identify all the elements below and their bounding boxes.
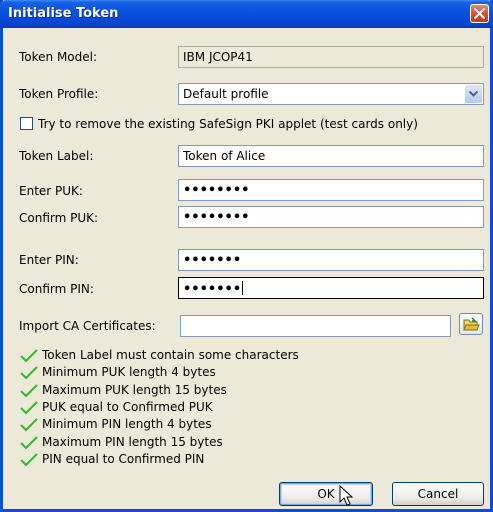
token-label-input[interactable]: Token of Alice <box>178 145 484 167</box>
checkmark-icon <box>20 384 38 398</box>
checkmark-icon <box>20 453 38 467</box>
remove-applet-checkbox[interactable] <box>20 117 33 130</box>
remove-applet-label[interactable]: Try to remove the existing SafeSign PKI … <box>38 117 418 131</box>
token-profile-select[interactable]: Default profile <box>178 83 484 105</box>
validation-text: Token Label must contain some characters <box>42 348 299 362</box>
import-ca-input[interactable] <box>180 315 451 337</box>
confirm-pin-input[interactable]: ••••••• <box>178 277 484 299</box>
confirm-puk-label: Confirm PUK: <box>19 211 99 225</box>
enter-puk-label: Enter PUK: <box>19 184 83 198</box>
validation-text: Minimum PUK length 4 bytes <box>42 365 216 379</box>
close-icon <box>474 8 485 19</box>
enter-pin-input[interactable]: ••••••• <box>178 249 484 271</box>
validation-text: PUK equal to Confirmed PUK <box>42 400 213 414</box>
validation-text: PIN equal to Confirmed PIN <box>42 452 205 466</box>
confirm-puk-value: •••••••• <box>183 210 250 225</box>
enter-pin-value: ••••••• <box>183 253 242 268</box>
token-model-label: Token Model: <box>19 50 98 64</box>
enter-puk-value: •••••••• <box>183 183 250 198</box>
checkmark-icon <box>20 418 38 432</box>
folder-open-icon <box>463 317 480 331</box>
dropdown-button[interactable] <box>465 85 482 103</box>
text-caret <box>242 281 244 295</box>
token-profile-value: Default profile <box>183 87 269 101</box>
mouse-pointer-icon <box>339 485 353 506</box>
validation-text: Maximum PUK length 15 bytes <box>42 383 227 397</box>
checkmark-icon <box>20 349 38 363</box>
checkmark-icon <box>20 436 38 450</box>
close-button[interactable] <box>470 4 489 23</box>
cancel-button[interactable]: Cancel <box>392 482 484 506</box>
import-ca-label: Import CA Certificates: <box>19 319 156 333</box>
validation-text: Maximum PIN length 15 bytes <box>42 435 223 449</box>
window-title: Initialise Token <box>8 6 119 21</box>
enter-puk-input[interactable]: •••••••• <box>178 179 484 201</box>
token-model-field: IBM JCOP41 <box>178 46 484 68</box>
enter-pin-label: Enter PIN: <box>19 253 79 267</box>
confirm-pin-label: Confirm PIN: <box>19 282 94 296</box>
token-profile-label: Token Profile: <box>19 87 99 101</box>
confirm-pin-value: ••••••• <box>183 282 242 297</box>
chevron-down-icon <box>469 91 478 97</box>
checkmark-icon <box>20 401 38 415</box>
checkmark-icon <box>20 366 38 380</box>
token-label-label: Token Label: <box>19 149 94 163</box>
validation-text: Minimum PIN length 4 bytes <box>42 417 212 431</box>
title-bar[interactable]: Initialise Token <box>0 0 493 28</box>
ok-button[interactable]: OK <box>279 482 373 506</box>
browse-button[interactable] <box>459 313 483 335</box>
confirm-puk-input[interactable]: •••••••• <box>178 206 484 228</box>
